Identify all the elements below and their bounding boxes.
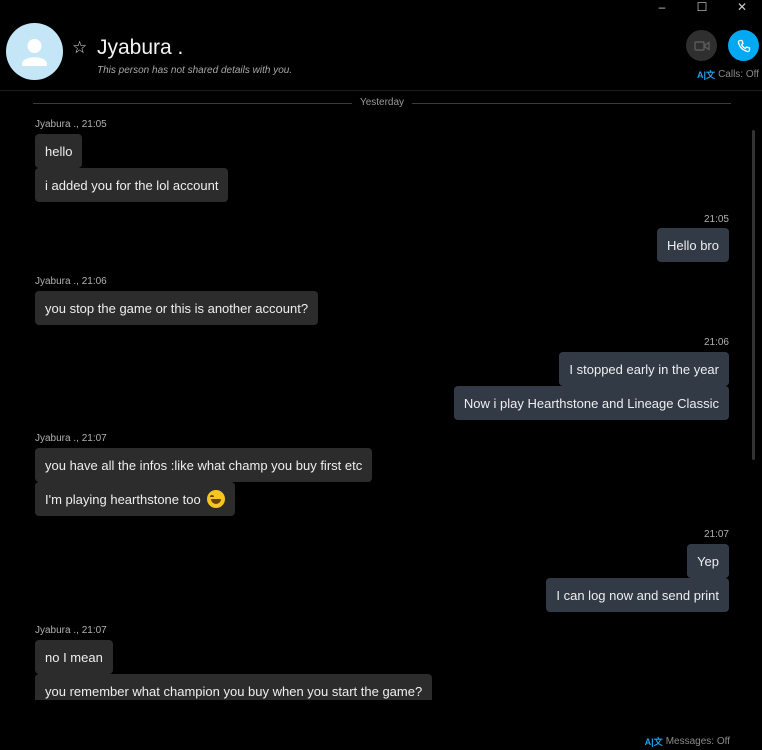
message-text: Yep: [697, 553, 719, 569]
message-meta: Jyabura ., 21:06: [35, 276, 107, 287]
outgoing-message[interactable]: I stopped early in the year: [559, 352, 729, 386]
contact-name[interactable]: Jyabura .: [97, 36, 183, 60]
message-text: Hello bro: [666, 237, 719, 253]
translator-icon: A|文: [644, 737, 663, 747]
message-meta: Jyabura ., 21:07: [35, 625, 107, 636]
outgoing-message[interactable]: Yep: [687, 544, 729, 578]
video-camera-icon: [693, 40, 710, 51]
incoming-message[interactable]: no I mean: [35, 640, 113, 674]
person-icon: [22, 39, 47, 66]
incoming-message[interactable]: I'm playing hearthstone too: [35, 482, 235, 516]
message-meta: 21:06: [703, 337, 729, 348]
translator-icon: A|文: [697, 70, 716, 80]
favorite-star-icon[interactable]: ☆: [72, 38, 87, 58]
message-text: you remember what champion you buy when …: [45, 683, 423, 699]
message-text: i added you for the lol account: [45, 177, 219, 193]
message-text: you have all the infos :like what champ …: [45, 457, 363, 473]
scrollbar-thumb[interactable]: [752, 130, 755, 460]
outgoing-message[interactable]: Now i play Hearthstone and Lineage Class…: [453, 386, 729, 420]
outgoing-message[interactable]: Hello bro: [656, 228, 729, 262]
grinning-emoji-icon: [206, 490, 225, 508]
message-text: you stop the game or this is another acc…: [45, 300, 309, 316]
day-divider-label: Yesterday: [351, 96, 413, 110]
calls-status-label: Calls: Off: [718, 69, 759, 80]
message-list: Jyabura ., 21:05 hello i added you for t…: [0, 110, 746, 700]
incoming-message[interactable]: you remember what champion you buy when …: [35, 674, 433, 700]
avatar[interactable]: [6, 23, 63, 80]
audio-call-button[interactable]: [728, 30, 759, 61]
message-meta: Jyabura ., 21:05: [35, 119, 107, 130]
message-text: I'm playing hearthstone too: [45, 491, 201, 507]
calls-translator-status[interactable]: A|文 Calls: Off: [697, 68, 759, 81]
incoming-message[interactable]: hello: [35, 134, 83, 168]
phone-icon: [737, 39, 750, 52]
contact-subtitle: This person has not shared details with …: [97, 65, 293, 76]
incoming-message[interactable]: i added you for the lol account: [35, 168, 229, 202]
day-divider: Yesterday: [33, 96, 731, 110]
video-call-button[interactable]: [686, 30, 717, 61]
scrollbar[interactable]: [750, 100, 758, 700]
outgoing-message[interactable]: I can log now and send print: [546, 578, 729, 612]
message-text: I stopped early in the year: [569, 361, 719, 377]
message-text: Now i play Hearthstone and Lineage Class…: [463, 395, 719, 411]
message-meta: Jyabura ., 21:07: [35, 433, 107, 444]
message-meta: 21:07: [703, 529, 729, 540]
incoming-message[interactable]: you have all the infos :like what champ …: [35, 448, 373, 482]
messages-translator-status[interactable]: A|文 Messages: Off: [645, 735, 730, 748]
incoming-message[interactable]: you stop the game or this is another acc…: [35, 291, 319, 325]
messages-status-label: Messages: Off: [665, 736, 730, 747]
message-text: no I mean: [45, 649, 103, 665]
message-meta: 21:05: [703, 214, 729, 225]
message-text: hello: [45, 143, 73, 159]
chat-header: ☆ Jyabura . This person has not shared d…: [0, 0, 762, 91]
message-text: I can log now and send print: [556, 587, 719, 603]
